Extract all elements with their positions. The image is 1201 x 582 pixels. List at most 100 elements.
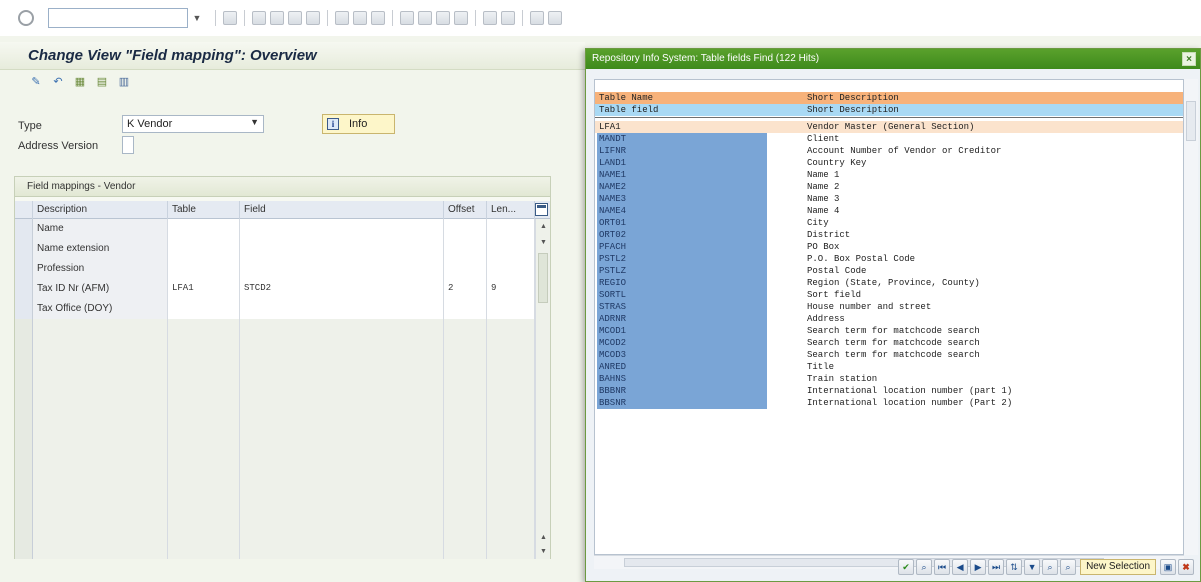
list-item[interactable]: NAME3 Name 3 bbox=[595, 193, 1183, 205]
list-item[interactable]: NAME4 Name 4 bbox=[595, 205, 1183, 217]
cell-field[interactable]: STCD2 bbox=[240, 279, 444, 299]
list-item[interactable]: ANRED Title bbox=[595, 361, 1183, 373]
cell-offset[interactable] bbox=[444, 219, 487, 239]
scroll-page-up-icon[interactable]: ▲ bbox=[540, 534, 547, 541]
cell-table[interactable]: LFA1 bbox=[168, 279, 240, 299]
list-item[interactable]: BBSNR International location number (Part… bbox=[595, 397, 1183, 409]
confirm-icon[interactable]: ✔ bbox=[898, 559, 915, 575]
cell-length[interactable] bbox=[487, 299, 535, 319]
cell-length[interactable]: 9 bbox=[487, 279, 535, 299]
scroll-page-down-icon[interactable]: ▼ bbox=[540, 548, 547, 555]
list-item[interactable]: BAHNS Train station bbox=[595, 373, 1183, 385]
scroll-down-icon[interactable]: ▼ bbox=[540, 239, 547, 246]
row-selector[interactable] bbox=[15, 279, 33, 299]
list-item[interactable]: MANDT Client bbox=[595, 133, 1183, 145]
copy-icon[interactable]: ▥ bbox=[116, 74, 132, 88]
list-item[interactable]: REGIO Region (State, Province, County) bbox=[595, 277, 1183, 289]
new-session-icon[interactable] bbox=[483, 11, 497, 25]
cancel-icon[interactable]: ✖ bbox=[1178, 559, 1194, 575]
last-page-icon[interactable] bbox=[454, 11, 468, 25]
row-selector[interactable] bbox=[15, 239, 33, 259]
new-selection-button[interactable]: New Selection bbox=[1080, 559, 1156, 575]
cell-offset[interactable]: 2 bbox=[444, 279, 487, 299]
column-header-offset[interactable]: Offset bbox=[444, 201, 487, 219]
cell-table[interactable] bbox=[168, 219, 240, 239]
undo-icon[interactable]: ↶ bbox=[50, 74, 66, 88]
cell-offset[interactable] bbox=[444, 299, 487, 319]
row-selector[interactable] bbox=[15, 219, 33, 239]
next-page-icon[interactable] bbox=[436, 11, 450, 25]
list-item[interactable]: LAND1 Country Key bbox=[595, 157, 1183, 169]
select-all-column[interactable] bbox=[15, 201, 33, 219]
table-group-row[interactable]: LFA1 Vendor Master (General Section) bbox=[595, 121, 1183, 133]
column-header-table[interactable]: Table bbox=[168, 201, 240, 219]
list-item[interactable]: STRAS House number and street bbox=[595, 301, 1183, 313]
next-icon[interactable]: ▶ bbox=[970, 559, 987, 575]
row-selector[interactable] bbox=[15, 299, 33, 319]
cell-table[interactable] bbox=[168, 239, 240, 259]
copy-icon[interactable]: ▣ bbox=[1160, 559, 1176, 575]
scrollbar-thumb[interactable] bbox=[538, 253, 548, 303]
list-item[interactable]: ORT02 District bbox=[595, 229, 1183, 241]
find-icon[interactable] bbox=[353, 11, 367, 25]
list-item[interactable]: MCOD1 Search term for matchcode search bbox=[595, 325, 1183, 337]
first-page-icon[interactable] bbox=[400, 11, 414, 25]
cell-offset[interactable] bbox=[444, 239, 487, 259]
column-header-length[interactable]: Len... bbox=[487, 201, 535, 219]
close-icon[interactable]: × bbox=[1182, 52, 1196, 66]
deselect-all-icon[interactable]: ▤ bbox=[94, 74, 110, 88]
cell-length[interactable] bbox=[487, 259, 535, 279]
cell-field[interactable] bbox=[240, 219, 444, 239]
column-header-field[interactable]: Field bbox=[240, 201, 444, 219]
cell-offset[interactable] bbox=[444, 259, 487, 279]
address-version-input[interactable] bbox=[122, 136, 134, 154]
chevron-down-icon[interactable]: ▼ bbox=[250, 117, 259, 127]
sort-icon[interactable]: ⇅ bbox=[1006, 559, 1023, 575]
list-item[interactable]: PSTLZ Postal Code bbox=[595, 265, 1183, 277]
cell-table[interactable] bbox=[168, 299, 240, 319]
cell-length[interactable] bbox=[487, 219, 535, 239]
first-page-icon[interactable]: ⏮ bbox=[934, 559, 951, 575]
type-select[interactable]: K Vendor ▼ bbox=[122, 115, 264, 133]
command-dropdown-icon[interactable]: ▼ bbox=[190, 8, 204, 28]
cancel-icon[interactable] bbox=[288, 11, 302, 25]
previous-page-icon[interactable] bbox=[418, 11, 432, 25]
list-vertical-scrollbar[interactable] bbox=[1184, 79, 1198, 555]
print-icon[interactable] bbox=[335, 11, 349, 25]
column-header-description[interactable]: Description bbox=[33, 201, 168, 219]
list-item[interactable]: SORTL Sort field bbox=[595, 289, 1183, 301]
list-item[interactable]: NAME2 Name 2 bbox=[595, 181, 1183, 193]
find-next-icon[interactable] bbox=[371, 11, 385, 25]
choose-icon[interactable]: ⌕ bbox=[916, 559, 933, 575]
shortcut-icon[interactable] bbox=[501, 11, 515, 25]
list-item[interactable]: BBBNR International location number (part… bbox=[595, 385, 1183, 397]
cell-length[interactable] bbox=[487, 239, 535, 259]
list-item[interactable]: PSTL2 P.O. Box Postal Code bbox=[595, 253, 1183, 265]
column-settings-icon[interactable] bbox=[535, 203, 548, 216]
list-item[interactable]: LIFNR Account Number of Vendor or Credito… bbox=[595, 145, 1183, 157]
table-vertical-scrollbar[interactable]: ▲ ▼ ▲ ▼ bbox=[535, 219, 550, 559]
exit-icon[interactable] bbox=[270, 11, 284, 25]
back-icon[interactable] bbox=[252, 11, 266, 25]
find-icon[interactable]: ⌕ bbox=[1042, 559, 1059, 575]
list-item[interactable]: ORT01 City bbox=[595, 217, 1183, 229]
info-button[interactable]: i Info bbox=[322, 114, 395, 134]
help-question-icon[interactable] bbox=[530, 11, 544, 25]
scrollbar-thumb[interactable] bbox=[1186, 101, 1196, 141]
cell-field[interactable] bbox=[240, 239, 444, 259]
layout-settings-icon[interactable] bbox=[548, 11, 562, 25]
enter-icon[interactable] bbox=[18, 10, 34, 26]
list-item[interactable]: MCOD2 Search term for matchcode search bbox=[595, 337, 1183, 349]
filter-icon[interactable]: ▼ bbox=[1024, 559, 1041, 575]
help-icon[interactable] bbox=[306, 11, 320, 25]
scroll-up-icon[interactable]: ▲ bbox=[540, 223, 547, 230]
list-item[interactable]: PFACH PO Box bbox=[595, 241, 1183, 253]
last-page-icon[interactable]: ⏭ bbox=[988, 559, 1005, 575]
cell-field[interactable] bbox=[240, 259, 444, 279]
select-all-icon[interactable]: ▦ bbox=[72, 74, 88, 88]
row-selector[interactable] bbox=[15, 259, 33, 279]
find-next-icon[interactable]: ⌕ bbox=[1060, 559, 1077, 575]
list-item[interactable]: MCOD3 Search term for matchcode search bbox=[595, 349, 1183, 361]
list-item[interactable]: ADRNR Address bbox=[595, 313, 1183, 325]
list-item[interactable]: NAME1 Name 1 bbox=[595, 169, 1183, 181]
